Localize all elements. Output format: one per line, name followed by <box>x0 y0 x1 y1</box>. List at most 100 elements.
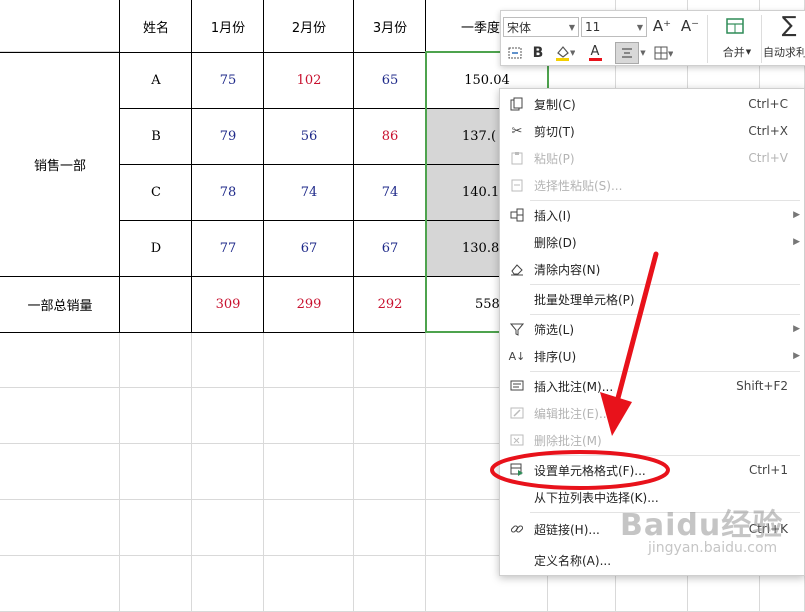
cell-name-c[interactable]: C <box>120 164 192 220</box>
header-name[interactable]: 姓名 <box>120 0 192 52</box>
grid-cell[interactable] <box>192 444 264 500</box>
grid-cell[interactable] <box>354 444 426 500</box>
grid-cell[interactable] <box>264 556 354 612</box>
cell-feb-a[interactable]: 102 <box>264 52 354 108</box>
grid-cell[interactable] <box>354 332 426 388</box>
menu-item-delete[interactable]: 删除(D) ▶ <box>500 229 805 255</box>
grid-cell[interactable] <box>0 556 120 612</box>
grid-cell[interactable] <box>264 388 354 444</box>
total-jan[interactable]: 309 <box>192 276 264 332</box>
grow-font-button[interactable]: A⁺ <box>651 15 673 37</box>
grid-cell[interactable] <box>0 332 120 388</box>
borders-icon[interactable]: ▼ <box>651 43 675 63</box>
menu-item-format-cells[interactable]: 设置单元格格式(F)... Ctrl+1 <box>500 457 805 483</box>
grid-cell[interactable] <box>120 332 192 388</box>
menu-separator <box>530 314 800 315</box>
cell-mar-d[interactable]: 67 <box>354 220 426 276</box>
grid-cell[interactable] <box>0 0 120 52</box>
grid-cell[interactable] <box>120 500 192 556</box>
submenu-arrow-icon: ▶ <box>793 324 800 334</box>
cell-mar-a[interactable]: 65 <box>354 52 426 108</box>
font-size-select[interactable]: 11 ▼ <box>581 17 647 37</box>
font-name-select[interactable]: 宋体 ▼ <box>503 17 579 37</box>
cell-jan-d[interactable]: 77 <box>192 220 264 276</box>
menu-item-insert[interactable]: 插入(I) ▶ <box>500 202 805 228</box>
total-feb[interactable]: 299 <box>264 276 354 332</box>
menu-shortcut: Ctrl+C <box>748 97 788 111</box>
menu-item-filter[interactable]: 筛选(L) ▶ <box>500 316 805 342</box>
menu-item-clear-contents[interactable]: 清除内容(N) <box>500 256 805 282</box>
grid-cell[interactable] <box>0 388 120 444</box>
cell-name-a[interactable]: A <box>120 52 192 108</box>
cell-mar-c[interactable]: 74 <box>354 164 426 220</box>
paste-special-icon <box>509 177 525 193</box>
bold-button[interactable]: B <box>529 43 547 63</box>
grid-cell[interactable] <box>264 500 354 556</box>
cell-feb-d[interactable]: 67 <box>264 220 354 276</box>
menu-label: 编辑批注(E)... <box>534 406 611 421</box>
menu-item-cut[interactable]: ✂ 剪切(T) Ctrl+X <box>500 118 805 144</box>
grid-cell[interactable] <box>120 556 192 612</box>
merge-icon[interactable] <box>723 15 747 37</box>
grid-cell[interactable] <box>0 444 120 500</box>
menu-label: 设置单元格格式(F)... <box>534 463 646 478</box>
grid-cell[interactable] <box>192 332 264 388</box>
grid-cell[interactable] <box>120 388 192 444</box>
grid-cell[interactable] <box>120 444 192 500</box>
cell-jan-b[interactable]: 79 <box>192 108 264 164</box>
chevron-down-icon[interactable]: ▼ <box>639 45 647 61</box>
align-center-icon[interactable] <box>615 42 639 64</box>
cell-name-b[interactable]: B <box>120 108 192 164</box>
cell-jan-c[interactable]: 78 <box>192 164 264 220</box>
svg-text:▼: ▼ <box>668 50 673 58</box>
shrink-font-button[interactable]: A⁻ <box>679 15 701 37</box>
menu-label: 剪切(T) <box>534 124 575 139</box>
cell-feb-c[interactable]: 74 <box>264 164 354 220</box>
cell-feb-b[interactable]: 56 <box>264 108 354 164</box>
link-icon <box>509 521 525 537</box>
menu-label: 批量处理单元格(P) <box>534 292 635 307</box>
total-label[interactable]: 一部总销量 <box>0 276 120 332</box>
grid-cell[interactable] <box>192 388 264 444</box>
menu-shortcut: Ctrl+V <box>748 151 788 165</box>
menu-item-insert-comment[interactable]: 插入批注(M)... Shift+F2 <box>500 373 805 399</box>
menu-item-edit-comment[interactable]: 编辑批注(E)... <box>500 400 805 426</box>
font-color-button[interactable]: A <box>583 43 607 63</box>
menu-label: 筛选(L) <box>534 322 575 337</box>
grid-cell[interactable] <box>192 500 264 556</box>
scissors-icon: ✂ <box>511 123 523 139</box>
menu-shortcut: Ctrl+1 <box>748 463 788 477</box>
header-mar[interactable]: 3月份 <box>354 0 426 52</box>
merge-button[interactable]: 合并 ▼ <box>713 43 761 61</box>
menu-item-batch-cells[interactable]: 批量处理单元格(P) <box>500 286 805 312</box>
header-jan[interactable]: 1月份 <box>192 0 264 52</box>
menu-item-paste[interactable]: 粘贴(P) Ctrl+V <box>500 145 805 171</box>
menu-separator <box>530 371 800 372</box>
grid-cell[interactable] <box>264 332 354 388</box>
menu-item-paste-special[interactable]: 选择性粘贴(S)... <box>500 172 805 198</box>
autosum-button[interactable]: 自动求利 <box>763 43 805 61</box>
grid-cell[interactable] <box>0 500 120 556</box>
wrap-icon[interactable] <box>505 43 525 63</box>
grid-cell[interactable] <box>354 388 426 444</box>
cell-name-d[interactable]: D <box>120 220 192 276</box>
sort-icon: A↓ <box>508 349 526 363</box>
total-mar[interactable]: 292 <box>354 276 426 332</box>
grid-cell[interactable] <box>192 556 264 612</box>
menu-item-sort[interactable]: A↓ 排序(U) ▶ <box>500 343 805 369</box>
cell-mar-b[interactable]: 86 <box>354 108 426 164</box>
menu-label: 清除内容(N) <box>534 262 601 277</box>
watermark-url: jingyan.baidu.com <box>648 540 778 556</box>
grid-cell[interactable] <box>354 556 426 612</box>
menu-item-delete-comment[interactable]: 删除批注(M) <box>500 427 805 453</box>
header-feb[interactable]: 2月份 <box>264 0 354 52</box>
menu-item-copy[interactable]: 复制(C) Ctrl+C <box>500 91 805 117</box>
total-name-empty[interactable] <box>120 276 192 332</box>
department-cell[interactable]: 销售一部 <box>0 52 120 276</box>
fill-color-icon[interactable]: ▼ <box>551 43 577 63</box>
insert-icon <box>509 207 525 223</box>
sigma-icon[interactable]: ∑ <box>777 13 801 38</box>
grid-cell[interactable] <box>264 444 354 500</box>
cell-jan-a[interactable]: 75 <box>192 52 264 108</box>
grid-cell[interactable] <box>354 500 426 556</box>
